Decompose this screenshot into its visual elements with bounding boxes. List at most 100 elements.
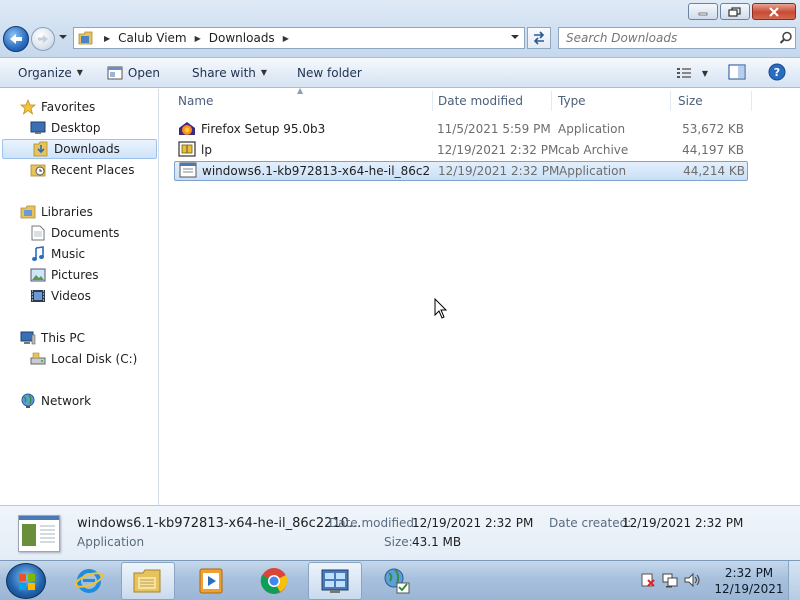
folder-icon — [78, 31, 93, 45]
nav-network[interactable]: Network — [0, 391, 157, 411]
details-view-icon — [676, 68, 691, 78]
forward-arrow-icon — [38, 35, 48, 43]
breadcrumb-separator-icon[interactable]: ▶ — [195, 34, 201, 43]
back-arrow-icon — [10, 34, 22, 44]
nav-music[interactable]: Music — [0, 244, 157, 264]
nav-downloads-label: Downloads — [54, 142, 120, 156]
start-button[interactable] — [6, 563, 46, 599]
nav-desktop[interactable]: Desktop — [0, 118, 157, 138]
details-size-value: 43.1 MB — [412, 535, 462, 549]
file-row[interactable]: lp 12/19/2021 2:32 PM cab Archive 44,197… — [174, 141, 748, 161]
organize-button[interactable]: Organize ▼ — [0, 58, 91, 87]
nav-pictures-label: Pictures — [51, 268, 99, 282]
taskbar-media-player[interactable] — [184, 562, 238, 600]
refresh-button[interactable] — [527, 27, 551, 49]
search-box[interactable] — [558, 27, 796, 49]
share-with-button[interactable]: Share with ▼ — [184, 58, 275, 87]
maximize-button[interactable] — [720, 3, 750, 20]
nav-local-disk[interactable]: Local Disk (C:) — [0, 349, 157, 369]
help-button[interactable]: ? — [768, 63, 786, 84]
windows-logo-icon — [19, 574, 35, 590]
breadcrumb-item-downloads[interactable]: Downloads — [209, 31, 275, 45]
breadcrumb-label: Calub Viem — [118, 31, 187, 45]
network-status-icon[interactable] — [662, 572, 678, 591]
column-divider[interactable] — [751, 91, 752, 111]
file-name: windows6.1-kb972813-x64-he-il_86c2210... — [202, 164, 429, 178]
close-button[interactable] — [752, 3, 796, 20]
share-with-label: Share with — [191, 65, 256, 80]
taskbar-control-panel[interactable] — [308, 562, 362, 600]
taskbar-file-explorer[interactable] — [121, 562, 175, 600]
downloads-folder-icon — [33, 141, 49, 157]
volume-icon[interactable] — [684, 572, 702, 591]
open-label: Open — [127, 65, 160, 80]
column-header-label: Size — [678, 94, 703, 108]
star-icon — [20, 99, 36, 115]
forward-button[interactable] — [31, 27, 55, 51]
recent-pages-dropdown-icon[interactable] — [58, 33, 68, 41]
minimize-button[interactable] — [688, 3, 718, 20]
file-explorer-icon — [133, 569, 161, 593]
column-header-label: Name — [178, 94, 214, 108]
desktop-icon — [30, 120, 46, 136]
change-view-button[interactable]: ▼ — [676, 67, 708, 79]
navigation-pane: Favorites Desktop Downloads Recent Place… — [0, 89, 159, 505]
taskbar-network-app[interactable] — [369, 562, 423, 600]
nav-downloads[interactable]: Downloads — [2, 139, 157, 159]
search-icon[interactable] — [777, 31, 795, 45]
taskbar-chrome[interactable] — [247, 562, 301, 600]
firefox-setup-icon — [178, 120, 196, 138]
nav-recent-places-label: Recent Places — [51, 163, 135, 177]
media-player-icon — [199, 568, 223, 594]
file-type: Application — [559, 164, 627, 178]
clock-date: 12/19/2021 — [714, 582, 784, 596]
column-header-name[interactable]: Name — [170, 89, 432, 113]
column-header-date[interactable]: Date modified — [430, 89, 550, 113]
documents-icon — [30, 225, 46, 241]
breadcrumb-separator-icon[interactable]: ▶ — [283, 34, 289, 43]
nav-this-pc[interactable]: This PC — [0, 328, 157, 348]
file-row[interactable]: Firefox Setup 95.0b3 11/5/2021 5:59 PM A… — [174, 120, 748, 140]
maximize-icon — [728, 6, 741, 17]
file-date: 12/19/2021 2:32 PM — [438, 164, 560, 178]
nav-videos[interactable]: Videos — [0, 286, 157, 306]
details-file-name: windows6.1-kb972813-x64-he-il_86c2210... — [77, 516, 362, 531]
address-dropdown-icon[interactable] — [510, 33, 520, 41]
file-row-selected[interactable]: windows6.1-kb972813-x64-he-il_86c2210...… — [174, 161, 748, 181]
file-type: cab Archive — [558, 143, 629, 157]
network-globe-icon — [20, 393, 36, 409]
music-note-icon — [30, 246, 46, 262]
preview-pane-button[interactable] — [728, 63, 746, 83]
nav-this-pc-label: This PC — [41, 331, 85, 345]
details-date-modified-value: 12/19/2021 2:32 PM — [412, 516, 534, 530]
svg-text:?: ? — [774, 66, 780, 79]
chevron-down-icon: ▼ — [260, 68, 268, 77]
column-header-size[interactable]: Size — [670, 89, 750, 113]
address-bar[interactable]: ▶ Calub Viem ▶ Downloads ▶ — [73, 27, 525, 49]
new-folder-button[interactable]: New folder — [289, 58, 370, 87]
nav-libraries-label: Libraries — [41, 205, 93, 219]
nav-favorites[interactable]: Favorites — [0, 97, 157, 117]
nav-documents[interactable]: Documents — [0, 223, 157, 243]
nav-pictures[interactable]: Pictures — [0, 265, 157, 285]
nav-recent-places[interactable]: Recent Places — [0, 160, 157, 180]
show-desktop-button[interactable] — [788, 561, 800, 600]
network-globe-icon — [384, 568, 410, 594]
search-input[interactable] — [559, 29, 777, 47]
close-icon — [769, 6, 779, 17]
application-icon — [179, 162, 197, 180]
details-size-label: Size: — [384, 535, 413, 549]
nav-documents-label: Documents — [51, 226, 120, 240]
back-button[interactable] — [3, 26, 29, 52]
system-clock[interactable]: 2:32 PM 12/19/2021 — [710, 565, 788, 597]
action-center-icon[interactable] — [640, 572, 656, 591]
details-date-created-value: 12/19/2021 2:32 PM — [622, 516, 744, 530]
column-header-type[interactable]: Type — [550, 89, 668, 113]
breadcrumb-item-user[interactable]: Calub Viem — [118, 31, 186, 45]
file-name-cell: lp — [178, 141, 428, 159]
taskbar-internet-explorer[interactable] — [62, 562, 116, 600]
open-button[interactable]: Open — [99, 58, 168, 87]
nav-libraries[interactable]: Libraries — [0, 202, 157, 222]
file-size: 44,197 KB — [682, 143, 744, 157]
nav-favorites-label: Favorites — [41, 100, 96, 114]
